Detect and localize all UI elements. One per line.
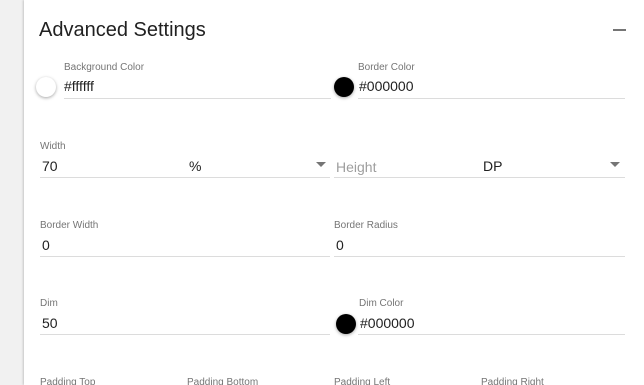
- border-color-label: Border Color: [358, 62, 415, 73]
- border-radius-label: Border Radius: [334, 220, 398, 231]
- advanced-settings-panel: Advanced Settings Background Color #ffff…: [24, 0, 644, 385]
- dim-color-value[interactable]: #000000: [360, 315, 415, 331]
- padding-bottom-label: Padding Bottom: [187, 377, 259, 385]
- border-width-underline: [40, 256, 330, 257]
- border-width-field[interactable]: Border Width 0: [40, 218, 330, 258]
- background-color-swatch[interactable]: [36, 77, 56, 97]
- border-radius-underline: [334, 256, 625, 257]
- width-unit-select[interactable]: %: [189, 158, 201, 174]
- background-color-value[interactable]: #ffffff: [64, 78, 94, 94]
- border-color-underline: [358, 98, 625, 99]
- dim-color-field[interactable]: Dim Color #000000: [335, 296, 625, 336]
- dim-label: Dim: [40, 298, 58, 309]
- width-label: Width: [40, 141, 66, 152]
- dim-color-label: Dim Color: [359, 298, 404, 309]
- height-input[interactable]: Height: [336, 159, 376, 175]
- border-radius-input[interactable]: 0: [336, 237, 344, 253]
- dim-color-underline: [358, 334, 625, 335]
- height-unit-dropdown-icon[interactable]: [610, 162, 620, 167]
- dim-input[interactable]: 50: [42, 315, 58, 331]
- width-unit-dropdown-icon[interactable]: [316, 162, 326, 167]
- background-color-field[interactable]: Background Color #ffffff: [36, 60, 331, 100]
- height-underline: [334, 177, 625, 178]
- padding-top-label: Padding Top: [40, 377, 96, 385]
- height-field[interactable]: Height DP: [334, 139, 625, 179]
- padding-left-label: Padding Left: [334, 377, 391, 385]
- padding-right-label: Padding Right: [481, 377, 544, 385]
- border-color-field[interactable]: Border Color #000000: [333, 60, 625, 100]
- background-color-underline: [64, 98, 331, 99]
- border-color-swatch[interactable]: [334, 77, 354, 97]
- width-underline: [40, 177, 330, 178]
- dim-color-swatch[interactable]: [336, 314, 356, 334]
- dim-field[interactable]: Dim 50: [40, 296, 330, 336]
- border-color-value[interactable]: #000000: [359, 78, 414, 94]
- border-width-label: Border Width: [40, 220, 99, 231]
- minus-icon: [612, 29, 626, 31]
- background-color-label: Background Color: [64, 62, 145, 73]
- border-width-input[interactable]: 0: [42, 237, 50, 253]
- height-unit-select[interactable]: DP: [483, 158, 502, 174]
- collapse-button[interactable]: [607, 18, 631, 42]
- border-radius-field[interactable]: Border Radius 0: [334, 218, 625, 258]
- width-input[interactable]: 70: [42, 158, 58, 174]
- dim-underline: [40, 334, 330, 335]
- panel-title: Advanced Settings: [39, 19, 206, 41]
- width-field[interactable]: Width 70 %: [40, 139, 330, 179]
